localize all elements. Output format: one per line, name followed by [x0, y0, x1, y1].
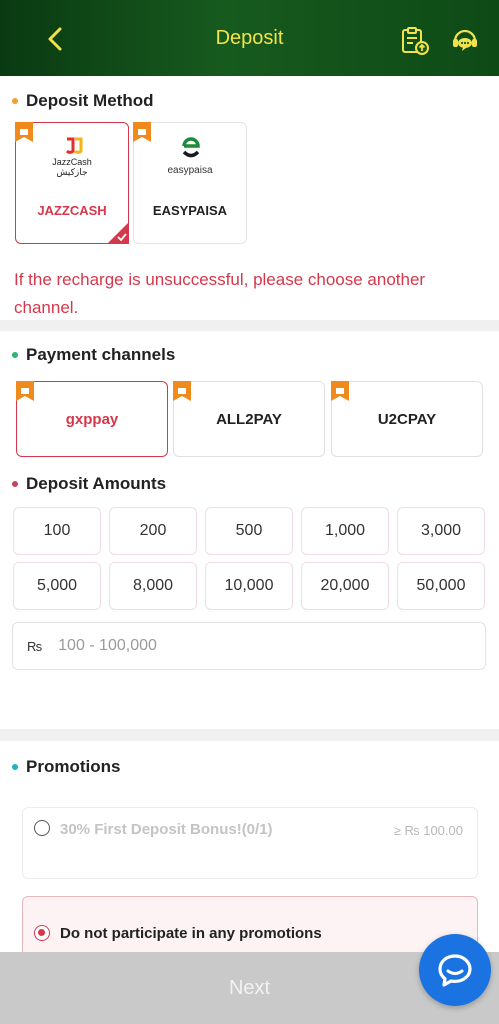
hot-badge-icon	[133, 122, 151, 142]
chevron-left-icon	[48, 27, 62, 51]
method-label: JAZZCASH	[37, 203, 107, 218]
hot-badge-icon	[331, 381, 349, 401]
amount-option[interactable]: 500	[205, 507, 293, 555]
amount-option[interactable]: 50,000	[397, 562, 485, 610]
promotions-heading: Promotions	[12, 757, 120, 777]
selected-check-icon	[107, 222, 129, 244]
method-label: EASYPAISA	[152, 203, 228, 218]
hot-badge-icon	[15, 122, 33, 142]
header-bar: Deposit	[0, 0, 499, 76]
promo-min-amount: ≥ ₨ 100.00	[393, 823, 463, 838]
amount-input-field[interactable]: ₨	[12, 622, 486, 670]
easypaisa-logo-text: easypaisa	[167, 165, 213, 176]
amount-input[interactable]	[58, 637, 439, 655]
jazzcash-logo-text: JazzCash	[52, 157, 92, 167]
bullet-dot	[12, 352, 18, 358]
customer-support-button[interactable]	[450, 26, 480, 56]
channel-label: ALL2PAY	[216, 410, 282, 428]
hot-badge-icon	[16, 381, 34, 401]
channel-all2pay[interactable]: ALL2PAY	[173, 381, 325, 457]
radio-checked-icon	[34, 925, 50, 941]
jazzcash-logo-icon	[65, 137, 83, 154]
clipboard-upload-icon	[402, 27, 429, 55]
payment-channels-heading: Payment channels	[12, 345, 175, 365]
jazzcash-logo-urdu: جازکیش	[56, 167, 88, 177]
easypaisa-logo-icon	[182, 137, 200, 158]
radio-dot	[38, 929, 45, 936]
deposit-history-button[interactable]	[400, 26, 430, 56]
amount-option[interactable]: 20,000	[301, 562, 389, 610]
channel-label: U2CPAY	[377, 410, 437, 428]
hot-badge-icon	[173, 381, 191, 401]
amount-option[interactable]: 1,000	[301, 507, 389, 555]
bullet-dot	[12, 764, 18, 770]
chat-support-icon	[453, 29, 477, 51]
channel-u2cpay[interactable]: U2CPAY	[331, 381, 483, 457]
live-chat-button[interactable]	[419, 934, 491, 1006]
recharge-warning: If the recharge is unsuccessful, please …	[14, 270, 426, 317]
promo-first-deposit-bonus[interactable]: 30% First Deposit Bonus!(0/1) ≥ ₨ 100.00	[22, 807, 478, 879]
radio-unchecked-icon	[34, 820, 50, 836]
amount-option[interactable]: 8,000	[109, 562, 197, 610]
amount-option[interactable]: 100	[13, 507, 101, 555]
amount-option[interactable]: 10,000	[205, 562, 293, 610]
currency-symbol: ₨	[27, 638, 43, 654]
channel-label: gxppay	[65, 410, 119, 428]
deposit-method-heading: Deposit Method	[12, 91, 154, 111]
back-button[interactable]	[38, 22, 72, 56]
amount-option[interactable]: 5,000	[13, 562, 101, 610]
method-jazzcash[interactable]: JazzCash جازکیش JAZZCASH	[15, 122, 129, 244]
amount-option[interactable]: 200	[109, 507, 197, 555]
promo-label: Do not participate in any promotions	[60, 925, 322, 942]
promo-label: 30% First Deposit Bonus!(0/1)	[60, 821, 273, 838]
bullet-dot	[12, 98, 18, 104]
channel-gxppay[interactable]: gxppay	[16, 381, 168, 457]
method-easypaisa[interactable]: easypaisa EASYPAISA	[133, 122, 247, 244]
deposit-amounts-heading: Deposit Amounts	[12, 474, 166, 494]
amount-option[interactable]: 3,000	[397, 507, 485, 555]
page-title: Deposit	[215, 26, 284, 49]
chat-bubble-icon	[438, 954, 472, 987]
bullet-dot	[12, 481, 18, 487]
